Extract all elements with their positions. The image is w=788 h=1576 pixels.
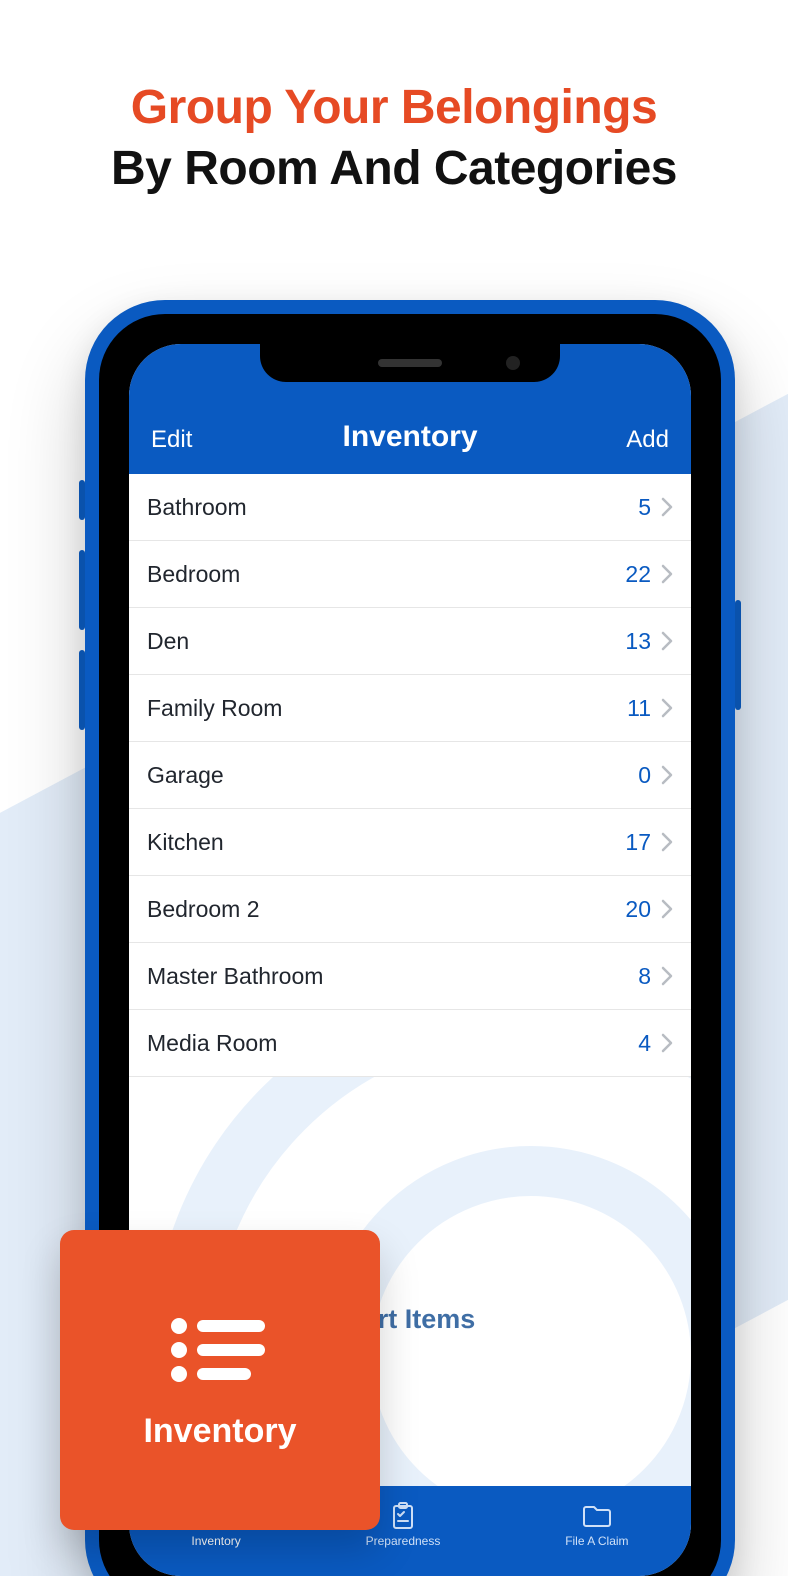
room-name: Kitchen [147, 829, 625, 856]
room-count: 17 [625, 829, 651, 856]
phone-notch [260, 344, 560, 382]
phone-button-vol-up [79, 550, 85, 630]
chevron-right-icon [661, 497, 673, 517]
room-row[interactable]: Media Room4 [129, 1010, 691, 1077]
chevron-right-icon [661, 1033, 673, 1053]
add-button[interactable]: Add [626, 426, 669, 454]
room-row[interactable]: Bathroom5 [129, 474, 691, 541]
callout-label: Inventory [143, 1412, 296, 1451]
chevron-right-icon [661, 631, 673, 651]
room-count: 4 [638, 1030, 651, 1057]
room-name: Family Room [147, 695, 627, 722]
edit-button[interactable]: Edit [151, 426, 192, 454]
room-count: 22 [625, 561, 651, 588]
room-row[interactable]: Den13 [129, 608, 691, 675]
room-count: 20 [625, 896, 651, 923]
file-a-claim-icon [580, 1500, 614, 1530]
chevron-right-icon [661, 966, 673, 986]
room-count: 13 [625, 628, 651, 655]
inventory-callout-badge: Inventory [60, 1230, 380, 1530]
page-title: Inventory [129, 420, 691, 454]
room-count: 0 [638, 762, 651, 789]
chevron-right-icon [661, 765, 673, 785]
list-icon [165, 1310, 275, 1390]
phone-speaker [378, 359, 442, 367]
phone-button-power [735, 600, 741, 710]
room-count: 8 [638, 963, 651, 990]
room-list: Bathroom5Bedroom22Den13Family Room11Gara… [129, 474, 691, 1077]
room-name: Master Bathroom [147, 963, 638, 990]
tab-label: Preparedness [366, 1534, 441, 1548]
tab-file-a-claim[interactable]: File A Claim [565, 1500, 628, 1548]
phone-button-vol-down [79, 650, 85, 730]
room-name: Media Room [147, 1030, 638, 1057]
room-row[interactable]: Bedroom 220 [129, 876, 691, 943]
room-name: Bedroom [147, 561, 625, 588]
room-row[interactable]: Master Bathroom8 [129, 943, 691, 1010]
headline-line1: Group Your Belongings [0, 80, 788, 135]
room-row[interactable]: Kitchen17 [129, 809, 691, 876]
room-name: Bedroom 2 [147, 896, 625, 923]
room-name: Bathroom [147, 494, 638, 521]
chevron-right-icon [661, 899, 673, 919]
room-count: 5 [638, 494, 651, 521]
chevron-right-icon [661, 832, 673, 852]
room-name: Garage [147, 762, 638, 789]
preparedness-icon [386, 1500, 420, 1530]
tab-label: Inventory [191, 1534, 240, 1548]
promo-headline: Group Your Belongings By Room And Catego… [0, 80, 788, 196]
chevron-right-icon [661, 698, 673, 718]
room-name: Den [147, 628, 625, 655]
chevron-right-icon [661, 564, 673, 584]
room-row[interactable]: Family Room11 [129, 675, 691, 742]
phone-button-silence [79, 480, 85, 520]
tab-label: File A Claim [565, 1534, 628, 1548]
room-row[interactable]: Bedroom22 [129, 541, 691, 608]
headline-line2: By Room And Categories [0, 141, 788, 196]
room-count: 11 [627, 695, 651, 722]
phone-camera [506, 356, 520, 370]
room-row[interactable]: Garage0 [129, 742, 691, 809]
